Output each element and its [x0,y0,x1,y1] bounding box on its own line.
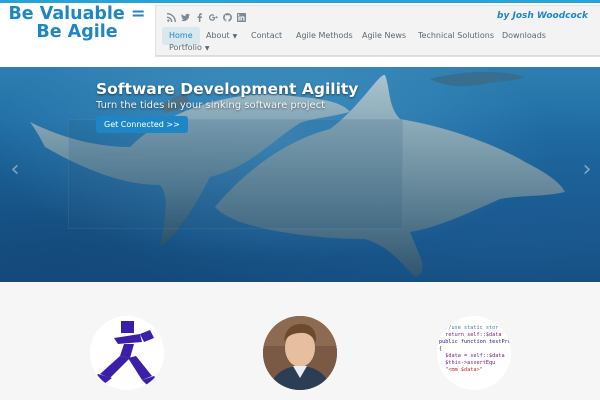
nav-label: Agile Methods [296,31,353,40]
hero-title: Software Development Agility [96,80,359,98]
caret-down-icon: ▼ [204,45,210,52]
rss-icon[interactable] [166,12,176,22]
nav-item-downloads[interactable]: Downloads [495,27,553,45]
code-line: "<mm $data>" [439,367,483,373]
nav-label: Technical Solutions [418,31,495,40]
nav-item-technical-solutions[interactable]: Technical Solutions [411,27,501,45]
code-line: $data = self::$data [439,353,505,359]
hero-subtitle: Turn the tides in your sinking software … [96,100,326,111]
nav-item-agile-methods[interactable]: Agile Methods [289,27,360,45]
nav-label: Contact [251,31,283,40]
code-line: //use static stor [439,325,499,331]
code-line: return self::$data [439,332,502,338]
linkedin-icon[interactable] [236,12,246,22]
nav-item-agile-news[interactable]: Agile News [355,27,413,45]
carousel-prev-icon[interactable]: ‹ [8,155,22,185]
nav-label: Agile News [362,31,407,40]
nav-label: Downloads [502,31,546,40]
agile-runner-logo[interactable] [90,316,164,390]
site-title[interactable]: Be Valuable = Be Agile [2,5,152,41]
code-line: { [439,346,443,352]
author-avatar[interactable] [263,316,337,390]
carousel-next-icon[interactable]: › [580,155,594,185]
nav-item-portfolio[interactable]: Portfolio ▼ [162,39,217,57]
code-snippet-image[interactable]: ); //use static stor return self::$data … [437,316,511,390]
social-links [166,12,246,22]
code-line: $this->assertEqu [439,360,496,366]
get-connected-button[interactable]: Get Connected >> [96,116,188,133]
caret-down-icon: ▼ [232,33,238,40]
code-line: ); [439,318,502,324]
code-snippet: ); //use static stor return self::$data … [437,316,511,390]
code-line: public function testPro [439,339,511,345]
caption-overlay [68,119,403,229]
facebook-icon[interactable] [194,12,204,22]
github-icon[interactable] [222,12,232,22]
google-plus-icon[interactable] [208,12,218,22]
author-byline[interactable]: by Josh Woodcock [497,11,588,21]
twitter-icon[interactable] [180,12,190,22]
nav-label: Portfolio [169,43,202,52]
nav-item-contact[interactable]: Contact [244,27,289,45]
top-accent-bar [0,0,600,3]
